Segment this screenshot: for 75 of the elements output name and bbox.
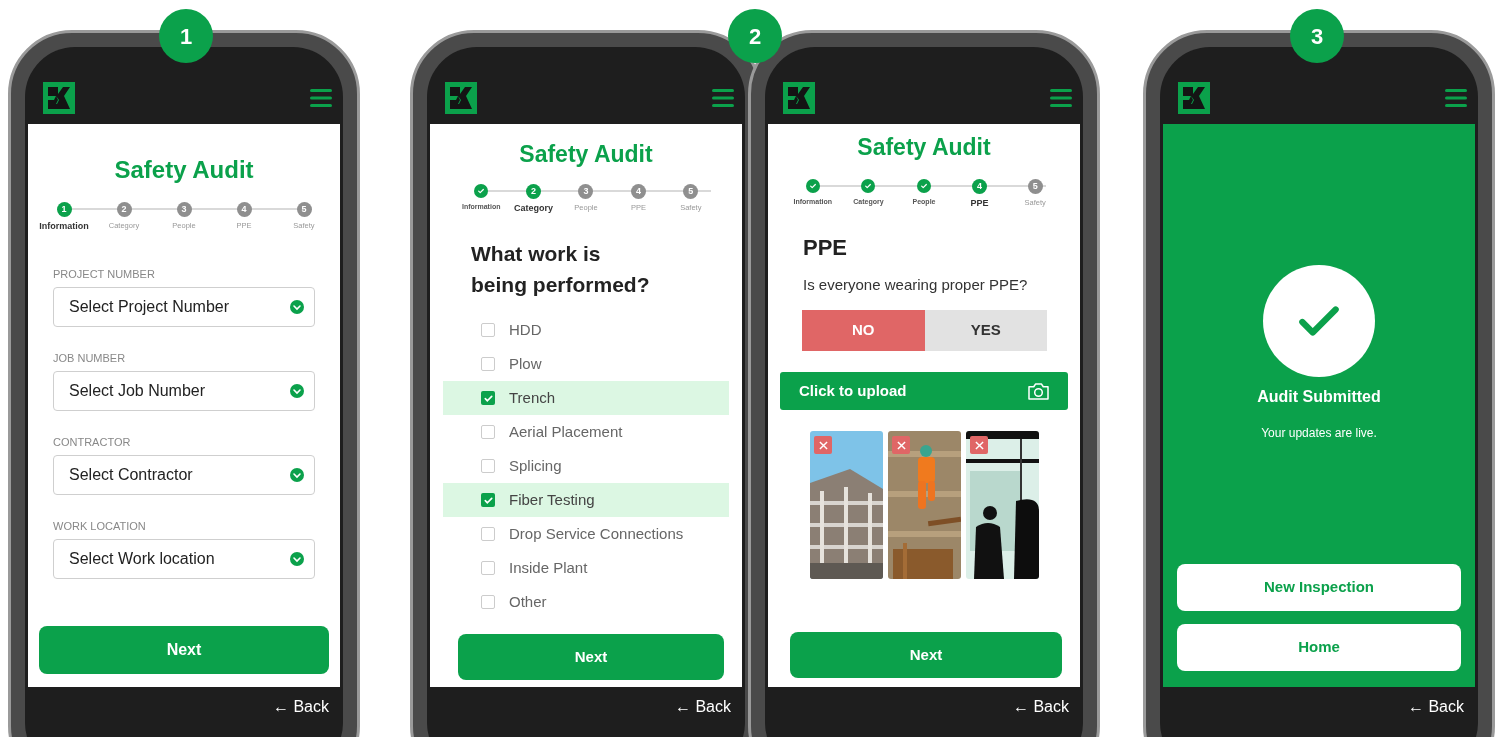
- checkbox[interactable]: [481, 527, 495, 541]
- step-number: 4: [630, 184, 646, 199]
- close-icon: [818, 440, 828, 450]
- checkbox[interactable]: [481, 357, 495, 371]
- step-number: 5: [1027, 179, 1043, 194]
- select-field[interactable]: Select Project Number: [53, 287, 315, 327]
- back-link[interactable]: ← Back: [1408, 696, 1464, 718]
- success-message: Your updates are live.: [1261, 425, 1377, 441]
- logo-icon: [783, 82, 815, 114]
- step-number: 4: [236, 202, 252, 217]
- step-number: 5: [683, 184, 699, 199]
- checkbox[interactable]: [481, 459, 495, 473]
- step-number: 3: [578, 184, 594, 199]
- select-field[interactable]: Select Job Number: [53, 371, 315, 411]
- field-label: WORK LOCATION: [53, 519, 147, 533]
- menu-icon[interactable]: [1050, 88, 1072, 108]
- question-heading: What work is being performed?: [471, 241, 651, 298]
- logo-icon: [43, 82, 75, 114]
- close-icon: [896, 440, 906, 450]
- menu-icon[interactable]: [1445, 88, 1467, 108]
- page-title: Safety Audit: [519, 141, 653, 167]
- option-label: Trench: [509, 387, 556, 408]
- answer-button[interactable]: YES: [924, 310, 1047, 351]
- step-badge: 1: [159, 9, 213, 63]
- camera-icon: [1027, 381, 1050, 401]
- back-link[interactable]: ← Back: [1013, 696, 1069, 718]
- logo-icon: [445, 82, 477, 114]
- option-label: Splicing: [509, 455, 562, 476]
- field-label: CONTRACTOR: [53, 435, 132, 449]
- remove-button[interactable]: [814, 436, 832, 454]
- option-label: Other: [509, 591, 547, 612]
- option-label: Inside Plant: [509, 557, 588, 578]
- page-title: Safety Audit: [857, 134, 991, 160]
- step-number: 1: [56, 202, 72, 217]
- option-label: Plow: [509, 353, 542, 374]
- chevron-down-icon: [290, 300, 304, 314]
- checkbox[interactable]: [481, 425, 495, 439]
- option-label: Aerial Placement: [509, 421, 623, 442]
- field-label: PROJECT NUMBER: [53, 267, 156, 281]
- question-text: Is everyone wearing proper PPE?: [803, 276, 1028, 293]
- page-title: Safety Audit: [114, 156, 254, 183]
- checkbox[interactable]: [481, 323, 495, 337]
- logo-icon: [1178, 82, 1210, 114]
- back-link[interactable]: ← Back: [675, 696, 731, 718]
- section-heading: PPE: [803, 235, 848, 260]
- remove-button[interactable]: [970, 436, 988, 454]
- remove-button[interactable]: [892, 436, 910, 454]
- step-number: 3: [176, 202, 192, 217]
- select-field[interactable]: Select Contractor: [53, 455, 315, 495]
- step-number: 2: [116, 202, 132, 217]
- step-label: PPE: [970, 197, 989, 209]
- checkbox[interactable]: [481, 391, 495, 405]
- option-label: Fiber Testing: [509, 489, 595, 510]
- step-label: Category: [514, 202, 554, 214]
- checkbox[interactable]: [481, 561, 495, 575]
- option-label: Drop Service Connections: [509, 523, 684, 544]
- step-badge: 3: [1290, 9, 1344, 63]
- option-label: HDD: [509, 319, 542, 340]
- step-label: Information: [39, 220, 89, 232]
- success-heading: Audit Submitted: [1257, 387, 1381, 407]
- field-label: JOB NUMBER: [53, 351, 127, 365]
- checkbox[interactable]: [481, 493, 495, 507]
- menu-icon[interactable]: [712, 88, 734, 108]
- chevron-down-icon: [290, 468, 304, 482]
- chevron-down-icon: [290, 552, 304, 566]
- back-link[interactable]: ← Back: [273, 696, 329, 718]
- close-icon: [974, 440, 984, 450]
- select-field[interactable]: Select Work location: [53, 539, 315, 579]
- step-number: 5: [296, 202, 312, 217]
- chevron-down-icon: [290, 384, 304, 398]
- step-badge: 2: [728, 9, 782, 63]
- step-number: 2: [526, 184, 542, 199]
- checkbox[interactable]: [481, 595, 495, 609]
- step-number: 4: [972, 179, 988, 194]
- menu-icon[interactable]: [310, 88, 332, 108]
